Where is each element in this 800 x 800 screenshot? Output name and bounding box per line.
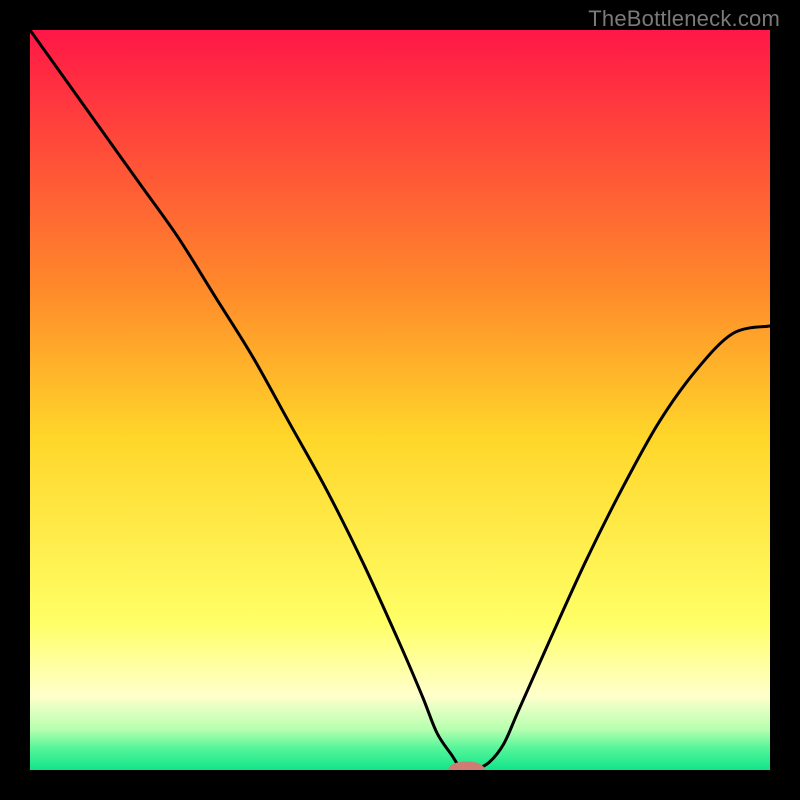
watermark-text: TheBottleneck.com bbox=[588, 6, 780, 32]
gradient-rect bbox=[30, 30, 770, 770]
plot-area bbox=[30, 30, 770, 770]
chart-svg bbox=[30, 30, 770, 770]
chart-frame: TheBottleneck.com bbox=[0, 0, 800, 800]
